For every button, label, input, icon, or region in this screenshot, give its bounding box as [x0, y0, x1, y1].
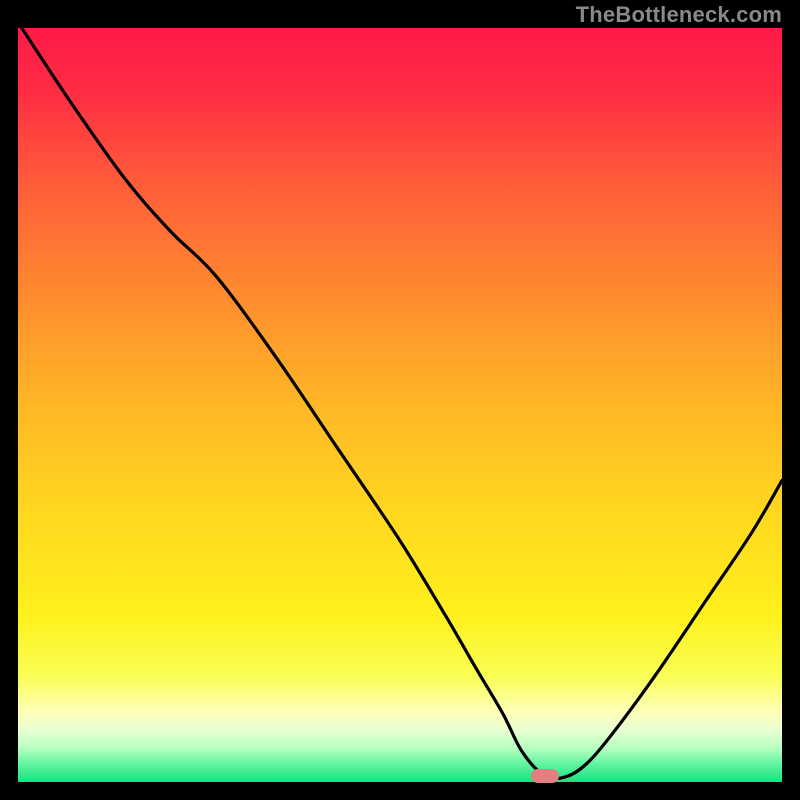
- watermark-text: TheBottleneck.com: [576, 2, 782, 28]
- chart-stage: TheBottleneck.com: [0, 0, 800, 800]
- trough-marker: [531, 769, 559, 783]
- plot-area: [18, 28, 782, 782]
- chart-svg: [0, 0, 800, 800]
